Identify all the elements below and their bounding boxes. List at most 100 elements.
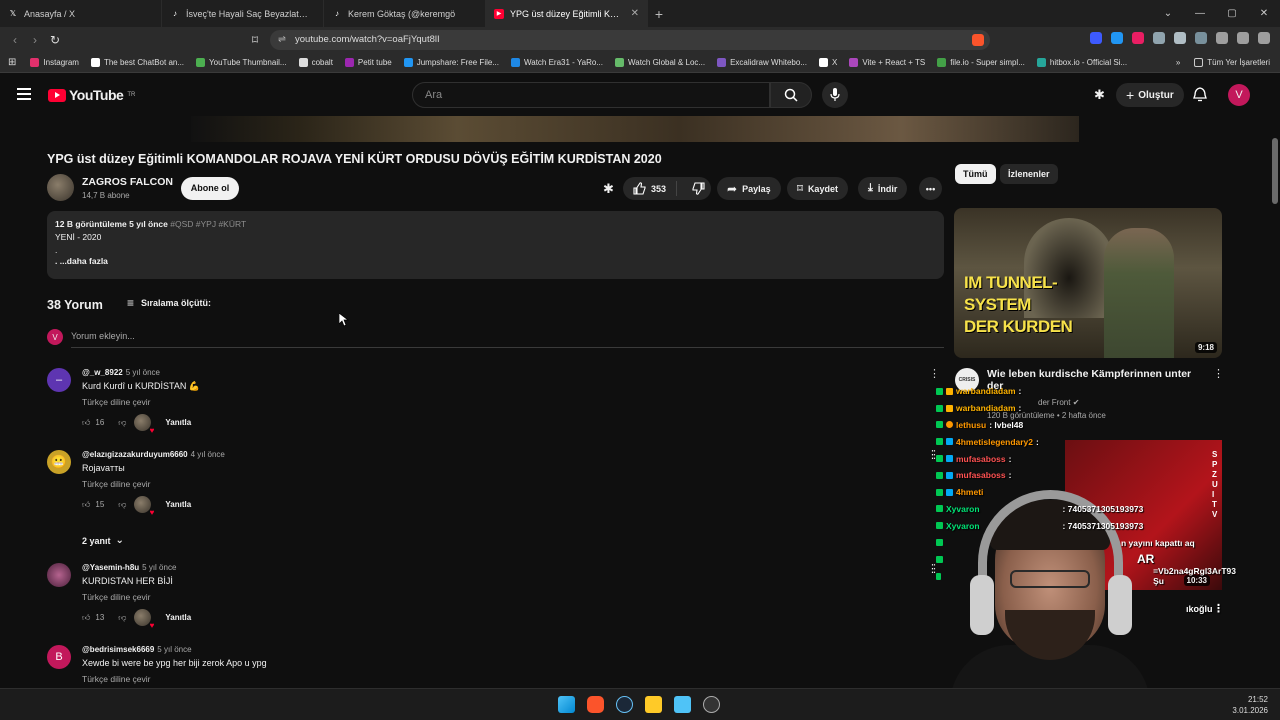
bookmark-item[interactable]: X bbox=[818, 58, 837, 67]
extension-icon[interactable] bbox=[1132, 32, 1144, 44]
site-info-icon[interactable]: ⇌ bbox=[278, 30, 286, 50]
view-replies-button[interactable]: 2 yanıt ⌄ bbox=[82, 535, 124, 546]
sidebar-icon[interactable] bbox=[1195, 32, 1207, 44]
back-icon[interactable]: ‹ bbox=[5, 33, 25, 47]
translate-link[interactable]: Türkçe diline çevir bbox=[82, 674, 151, 684]
bookmark-item[interactable]: YouTube Thumbnail... bbox=[196, 58, 287, 67]
hashtags[interactable]: #QSD #YPJ #KÜRT bbox=[170, 219, 246, 229]
recommended-menu-icon[interactable]: ⋮ bbox=[927, 448, 938, 461]
control-panel-icon[interactable] bbox=[674, 696, 691, 713]
close-window-icon[interactable]: ✕ bbox=[1248, 0, 1280, 27]
comment-dislike-button[interactable]: 👎︎ bbox=[118, 613, 126, 623]
sort-comments-button[interactable]: ≡ Sıralama ölçütü: bbox=[127, 296, 211, 310]
reply-button[interactable]: Yanıtla bbox=[165, 613, 191, 622]
brave-browser-icon[interactable] bbox=[587, 696, 604, 713]
system-clock[interactable]: 21:52 3.01.2026 bbox=[1232, 694, 1268, 716]
bookmark-item[interactable]: file.io - Super simpl... bbox=[937, 58, 1025, 67]
comment-like-button[interactable]: 👍︎ bbox=[82, 613, 90, 623]
bookmark-item[interactable]: cobalt bbox=[298, 58, 333, 67]
recommended-video-thumbnail[interactable]: IM TUNNEL- SYSTEM DER KURDEN 9:18 bbox=[954, 208, 1222, 358]
comment-time[interactable]: 5 yıl önce bbox=[157, 645, 191, 654]
address-bar[interactable]: ⇌ youtube.com/watch?v=oaFjYqut8lI bbox=[270, 30, 990, 50]
bookmark-item[interactable]: Watch Era31 - YaRo... bbox=[510, 58, 603, 67]
comment-dislike-button[interactable]: 👎︎ bbox=[118, 418, 126, 428]
video-description[interactable]: 12 B görüntüleme 5 yıl önce #QSD #YPJ #K… bbox=[47, 211, 944, 279]
comment-menu-icon[interactable]: ⋮ bbox=[929, 367, 940, 380]
extension-icon[interactable] bbox=[1090, 32, 1102, 44]
commenter-avatar[interactable] bbox=[47, 563, 71, 587]
music-icon[interactable] bbox=[1216, 32, 1228, 44]
more-bookmarks-icon[interactable]: » bbox=[1176, 58, 1180, 67]
translate-link[interactable]: Türkçe diline çevir bbox=[82, 592, 151, 602]
voice-search-button[interactable] bbox=[822, 82, 848, 108]
bookmark-page-icon[interactable]: ⌑ bbox=[245, 33, 265, 47]
subscribe-button[interactable]: Abone ol bbox=[181, 177, 239, 200]
translate-link[interactable]: Türkçe diline çevir bbox=[82, 479, 151, 489]
page-scrollbar[interactable] bbox=[1272, 138, 1278, 204]
filter-chip-watched[interactable]: İzlenenler bbox=[1000, 164, 1058, 184]
comment-author[interactable]: @elazıgizazakurduyum6660 bbox=[82, 450, 188, 459]
recommended-menu-icon[interactable]: ⋮ bbox=[927, 562, 938, 575]
browser-tab[interactable]: ♪ İsveç'te Hayali Saç Beyazlatmanın Hil bbox=[162, 0, 324, 27]
file-explorer-icon[interactable] bbox=[645, 696, 662, 713]
app-icon[interactable] bbox=[703, 696, 720, 713]
commenter-avatar[interactable]: 😬 bbox=[47, 450, 71, 474]
recommended-menu-icon[interactable]: ⋮ bbox=[1213, 367, 1224, 380]
reply-button[interactable]: Yanıtla bbox=[165, 418, 191, 427]
extension-puzzle-icon[interactable]: ✱ bbox=[1094, 87, 1105, 103]
browser-tab[interactable]: 𝕏 Anasayfa / X bbox=[0, 0, 162, 27]
windows-start-icon[interactable] bbox=[558, 696, 575, 713]
show-more-link[interactable]: . ...daha fazla bbox=[55, 256, 936, 266]
menu-icon[interactable] bbox=[1258, 32, 1270, 44]
video-player[interactable] bbox=[191, 116, 1079, 142]
hamburger-menu-icon[interactable] bbox=[17, 88, 31, 100]
comment-time[interactable]: 5 yıl önce bbox=[142, 563, 176, 572]
browser-tab[interactable]: ♪ Kerem Göktaş (@keremgö bbox=[324, 0, 486, 27]
reply-button[interactable]: Yanıtla bbox=[165, 500, 191, 509]
add-comment-input[interactable]: Yorum ekleyin... bbox=[71, 331, 944, 348]
extension-icon[interactable] bbox=[1111, 32, 1123, 44]
reload-icon[interactable]: ↻ bbox=[45, 33, 65, 47]
minimize-icon[interactable]: — bbox=[1184, 0, 1216, 27]
translate-link[interactable]: Türkçe diline çevir bbox=[82, 397, 151, 407]
commenter-avatar[interactable]: B bbox=[47, 645, 71, 669]
account-avatar[interactable]: V bbox=[1228, 84, 1250, 106]
notifications-bell-icon[interactable] bbox=[1193, 87, 1207, 107]
extension-icon[interactable] bbox=[1153, 32, 1165, 44]
bookmark-item[interactable]: Vite + React + TS bbox=[849, 58, 925, 67]
comment-time[interactable]: 4 yıl önce bbox=[191, 450, 225, 459]
search-button[interactable] bbox=[770, 82, 812, 108]
bookmark-item[interactable]: Instagram bbox=[30, 58, 79, 67]
browser-tab-active[interactable]: ▶ YPG üst düzey Eğitimli KOMAND ✕ bbox=[486, 0, 648, 27]
comment-like-button[interactable]: 👍︎ bbox=[82, 500, 90, 510]
recommended-menu-icon[interactable]: ⋮ bbox=[1213, 602, 1222, 615]
comment-author[interactable]: @Yasemin-h8u bbox=[82, 563, 139, 572]
filter-chip-all[interactable]: Tümü bbox=[955, 164, 996, 184]
apps-grid-icon[interactable]: ⊞ bbox=[8, 57, 16, 68]
comment-like-button[interactable]: 👍︎ bbox=[82, 418, 90, 428]
search-input[interactable]: Ara bbox=[412, 82, 770, 108]
bookmark-item[interactable]: Watch Global & Loc... bbox=[614, 58, 705, 67]
save-button[interactable]: ⌑ Kaydet bbox=[787, 177, 848, 200]
bookmark-item[interactable]: Excalidraw Whitebo... bbox=[717, 58, 807, 67]
create-button[interactable]: + Oluştur bbox=[1116, 83, 1184, 107]
dislike-button[interactable] bbox=[682, 182, 715, 195]
share-button[interactable]: ➦ Paylaş bbox=[717, 177, 781, 200]
bookmark-item[interactable]: Jumpshare: Free File... bbox=[403, 58, 499, 67]
channel-name[interactable]: ZAGROS FALCON bbox=[82, 176, 173, 188]
bookmark-item[interactable]: hitbox.io - Official Si... bbox=[1036, 58, 1127, 67]
forward-icon[interactable]: › bbox=[25, 33, 45, 47]
tab-search-icon[interactable]: ⌄ bbox=[1152, 0, 1184, 27]
comment-time[interactable]: 5 yıl önce bbox=[126, 368, 160, 377]
new-tab-icon[interactable]: + bbox=[648, 6, 670, 22]
download-button[interactable]: ⤓ İndir bbox=[858, 177, 908, 200]
channel-avatar[interactable] bbox=[47, 174, 74, 201]
comment-author[interactable]: @_w_8922 bbox=[82, 368, 123, 377]
like-button[interactable]: 353 bbox=[623, 181, 678, 196]
vpn-icon[interactable] bbox=[1237, 32, 1249, 44]
all-bookmarks-folder[interactable]: Tüm Yer İşaretleri bbox=[1194, 58, 1270, 67]
commenter-avatar[interactable]: – bbox=[47, 368, 71, 392]
maximize-icon[interactable]: ▢ bbox=[1216, 0, 1248, 27]
steam-icon[interactable] bbox=[616, 696, 633, 713]
more-actions-button[interactable]: ••• bbox=[919, 177, 942, 200]
